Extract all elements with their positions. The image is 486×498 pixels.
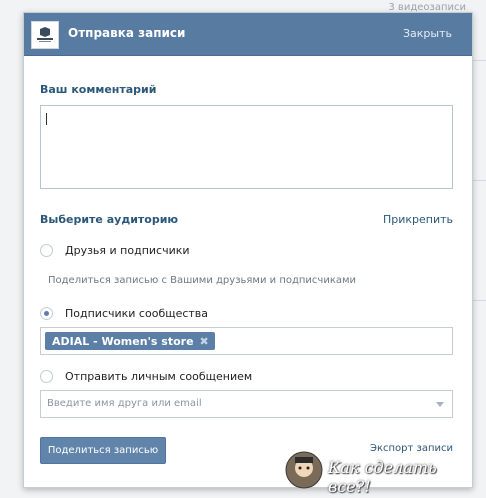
audience-label: Выберите аудиторию	[40, 213, 179, 226]
community-logo-icon	[37, 27, 53, 42]
community-token: ADIAL - Women's store ✖	[45, 332, 215, 350]
watermark-mascot-icon	[285, 451, 323, 489]
background-divider	[472, 180, 486, 181]
comment-label: Ваш комментарий	[40, 83, 157, 96]
radio-label-community: Подписчики сообщества	[65, 306, 209, 320]
watermark-logo: Как сделать все?!	[282, 448, 472, 496]
community-logo	[31, 21, 59, 49]
community-selector[interactable]: ADIAL - Women's store ✖	[40, 327, 453, 355]
community-token-label: ADIAL - Women's store	[52, 334, 194, 348]
radio-button-community[interactable]	[40, 306, 53, 320]
recipient-select[interactable]: Введите имя друга или email	[40, 390, 453, 418]
radio-label-friends: Друзья и подписчики	[65, 243, 190, 257]
text-caret	[46, 113, 47, 125]
dialog-title: Отправка записи	[68, 26, 186, 40]
watermark-text: Как сделать все?!	[328, 458, 437, 496]
radio-button-message[interactable]	[40, 369, 53, 383]
radio-friends-and-followers[interactable]: Друзья и подписчики	[40, 242, 190, 258]
attach-link[interactable]: Прикрепить	[383, 213, 453, 226]
radio-community-followers[interactable]: Подписчики сообщества	[40, 305, 208, 321]
background-divider	[472, 60, 486, 61]
friends-hint-text: Поделиться записью с Вашими друзьями и п…	[48, 275, 357, 286]
remove-token-icon[interactable]: ✖	[200, 335, 209, 348]
radio-private-message[interactable]: Отправить личным сообщением	[40, 368, 252, 384]
close-button[interactable]: Закрыть	[403, 27, 452, 40]
background-divider	[472, 300, 486, 301]
share-dialog: Отправка записи Закрыть Ваш комментарий …	[23, 12, 473, 488]
radio-button-friends[interactable]	[40, 243, 53, 257]
comment-textarea[interactable]	[40, 105, 453, 189]
dropdown-arrow-icon[interactable]	[436, 402, 444, 407]
share-post-button[interactable]: Поделиться записью	[40, 437, 166, 464]
dialog-header: Отправка записи Закрыть	[24, 13, 472, 56]
radio-label-message: Отправить личным сообщением	[65, 369, 253, 383]
recipient-placeholder: Введите имя друга или email	[47, 398, 202, 409]
